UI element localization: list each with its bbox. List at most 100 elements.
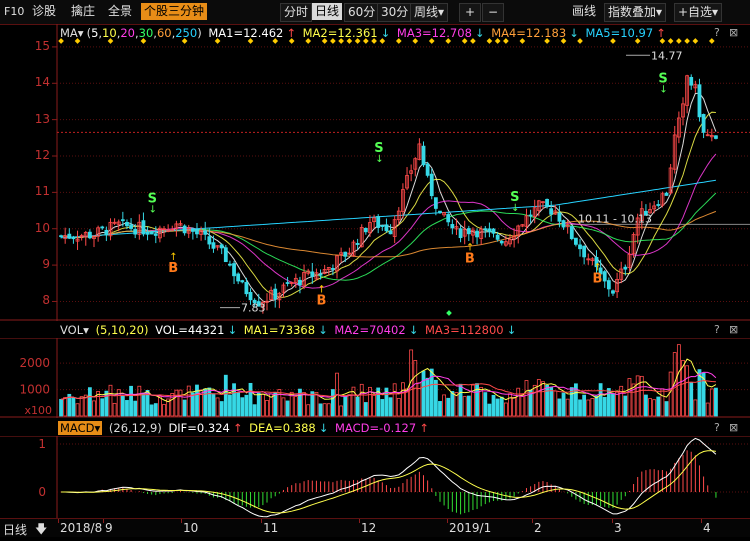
candle-body bbox=[483, 228, 488, 231]
vol-help-icon[interactable]: ? bbox=[714, 323, 720, 336]
buy-signal: B bbox=[592, 272, 602, 287]
candle-body bbox=[248, 292, 253, 301]
volume-bar bbox=[689, 382, 694, 417]
volume-bar bbox=[207, 387, 212, 417]
zoom-in-button[interactable]: + bbox=[459, 3, 481, 22]
volume-bar bbox=[199, 389, 203, 417]
vol-params: (5,10,20) bbox=[95, 323, 149, 337]
vol-indicator-header: VOL▾ (5,10,20) VOL=44321 ↓ MA1=73368 ↓ MA2… bbox=[60, 323, 517, 337]
month-label: 2018/8 bbox=[60, 521, 103, 535]
month-label: 9 bbox=[105, 521, 113, 535]
volume-bar bbox=[458, 383, 463, 417]
candle-body bbox=[701, 114, 706, 133]
vol-close-icon[interactable]: ⊠ bbox=[729, 323, 738, 336]
volume-bar bbox=[306, 404, 311, 417]
volume-bar bbox=[133, 400, 138, 417]
timeshare-button[interactable]: 分时 bbox=[280, 3, 313, 22]
volume-bar bbox=[462, 396, 467, 417]
candle-body bbox=[310, 271, 315, 277]
draw-line-button[interactable]: 画线 bbox=[572, 3, 596, 20]
volume-bar bbox=[709, 388, 714, 417]
vol-tick-label: 1000 bbox=[19, 383, 50, 397]
volume-bar bbox=[63, 397, 68, 417]
buy-signal: B bbox=[168, 261, 178, 276]
candle-body bbox=[574, 237, 578, 245]
volume-bar bbox=[392, 383, 397, 417]
dea-value: DEA=0.388 bbox=[249, 421, 316, 435]
volume-bar bbox=[660, 388, 665, 417]
candle-body bbox=[697, 84, 702, 118]
volume-bar bbox=[314, 391, 319, 417]
candle-body bbox=[195, 228, 199, 235]
f10-button[interactable]: F10 bbox=[4, 3, 24, 20]
volume-bar bbox=[438, 401, 442, 417]
dea-line bbox=[61, 450, 716, 514]
volume-bar bbox=[195, 384, 199, 417]
vol-indicator-dropdown[interactable]: VOL▾ bbox=[60, 323, 89, 337]
candle-body bbox=[714, 135, 718, 139]
signal-diamond-icon bbox=[338, 38, 344, 44]
volume-bar bbox=[215, 397, 220, 417]
volume-bar bbox=[668, 371, 673, 417]
signal-diamond-icon bbox=[708, 38, 715, 44]
volume-bar bbox=[178, 389, 183, 417]
zoom-out-button[interactable]: − bbox=[482, 3, 504, 22]
month-tick bbox=[181, 519, 182, 523]
price-chart[interactable]: 14.777.8310.11 - 10.13↑B↑B↑B↑BS↓S↓S↓S↓ bbox=[0, 24, 750, 321]
volume-bar bbox=[260, 393, 265, 417]
stock-three-minutes-button[interactable]: 个股三分钟 bbox=[141, 3, 208, 20]
volume-bar bbox=[714, 387, 718, 417]
signal-diamond-icon bbox=[181, 38, 188, 44]
candle-body bbox=[466, 228, 471, 235]
candle-body bbox=[203, 230, 208, 235]
dif-value: DIF=0.324 bbox=[168, 421, 230, 435]
candle-body bbox=[438, 210, 442, 213]
macd-chart[interactable]: 10 bbox=[0, 436, 750, 518]
volume-bar bbox=[545, 384, 549, 417]
volume-bar bbox=[228, 394, 232, 417]
macd-help-icon[interactable]: ? bbox=[714, 421, 720, 434]
volume-bar bbox=[442, 394, 447, 417]
volume-bar bbox=[648, 398, 652, 417]
volume-bar bbox=[112, 402, 117, 417]
weekly-dropdown[interactable]: 周线▾ bbox=[410, 3, 449, 22]
volume-bar bbox=[363, 402, 368, 417]
macd-close-icon[interactable]: ⊠ bbox=[729, 421, 738, 434]
volume-bar bbox=[79, 396, 84, 417]
volume-bar bbox=[343, 396, 348, 417]
candle-body bbox=[232, 263, 236, 277]
month-label: 12 bbox=[361, 521, 377, 535]
candle-body bbox=[487, 228, 492, 233]
index-overlay-dropdown[interactable]: 指数叠加▾ bbox=[604, 3, 667, 22]
volume-bar bbox=[693, 399, 698, 417]
candle-body bbox=[244, 282, 249, 295]
candle-body bbox=[355, 243, 360, 245]
candle-body bbox=[623, 266, 628, 270]
pick-button[interactable]: 擒庄 bbox=[71, 3, 95, 20]
diagnose-button[interactable]: 诊股 bbox=[32, 3, 56, 20]
volume-chart[interactable]: 2000 1000 x100 bbox=[0, 338, 750, 418]
60min-button[interactable]: 60分 bbox=[344, 3, 380, 22]
signal-diamond-icon bbox=[247, 38, 254, 44]
period-arrow-icon[interactable]: 🡇 bbox=[35, 520, 47, 541]
vol-ma1-value: MA1=73368 bbox=[243, 323, 316, 337]
volume-bar bbox=[186, 385, 191, 417]
vol-ma2-value: MA2=70402 bbox=[334, 323, 406, 337]
30min-button[interactable]: 30分 bbox=[377, 3, 413, 22]
self-select-dropdown[interactable]: +自选▾ bbox=[674, 3, 723, 22]
volume-bar bbox=[466, 395, 471, 417]
panorama-button[interactable]: 全景 bbox=[108, 3, 132, 20]
volume-bar bbox=[508, 393, 512, 417]
volume-bar bbox=[644, 394, 648, 417]
signal-diamond-icon bbox=[684, 38, 690, 44]
signal-diamond-icon bbox=[461, 38, 468, 44]
sell-arrow-icon: ↓ bbox=[659, 85, 667, 96]
signal-diamond-icon bbox=[107, 38, 114, 44]
period-label[interactable]: 日线 bbox=[3, 521, 27, 538]
daily-button[interactable]: 日线 bbox=[312, 3, 343, 20]
macd-indicator-dropdown[interactable]: MACD▾ bbox=[58, 421, 103, 435]
macd-tick-label: 0 bbox=[38, 485, 46, 499]
candle-body bbox=[545, 198, 549, 208]
candle-body bbox=[458, 228, 463, 239]
signal-diamond-icon bbox=[371, 38, 377, 44]
